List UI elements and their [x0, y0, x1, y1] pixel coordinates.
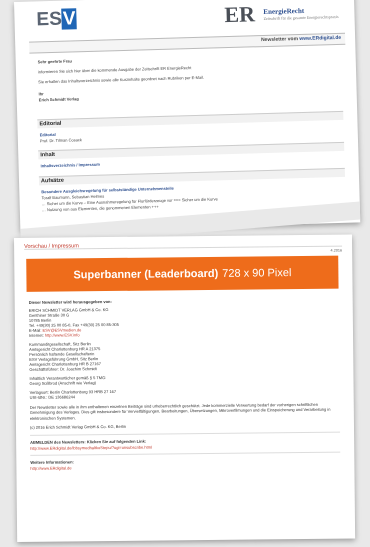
newsletter-header-bar: Newsletter vom www.ERdigital.de: [29, 32, 346, 54]
newsletter-page-bottom: Vorschau / Impressum 4.2016 Superbanner …: [14, 234, 356, 542]
divider: [30, 451, 341, 456]
esv-logo: ESV: [36, 8, 77, 31]
energierecht-logo: ER EnergieRecht Zeitschrift für die gesa…: [224, 1, 339, 28]
newsletter-page-top: ESV ER EnergieRecht Zeitschrift für die …: [14, 0, 361, 247]
section-item[interactable]: Inhaltsverzeichnis / Impressum: [41, 162, 100, 169]
section-head-editorial: Editorial: [37, 110, 344, 129]
issue-date: 4.2016: [330, 248, 343, 253]
erdigital-link[interactable]: www.ERdigital.de: [299, 35, 341, 42]
section-head-aufsaetze: Aufsätze: [38, 167, 346, 186]
section-item: Prof. Dr. Tilman Cosack: [39, 137, 82, 144]
section-item[interactable]: Besondere Ausgleichsregelung für selbsts…: [41, 186, 174, 195]
section-item[interactable]: Editorial: [40, 132, 56, 137]
divider: [30, 431, 341, 436]
internet-link[interactable]: http://www.ESV.info: [45, 332, 80, 337]
section-head-inhalt: Inhalt: [38, 141, 345, 160]
copyright-line: (c) 2016 Erich Schmidt Verlag GmbH & Co.…: [29, 423, 127, 430]
publisher-head: Dieser Newsletter wird herausgegeben von…: [28, 298, 112, 305]
copyright-text: Der Newsletter sowie alle in ihm enthalt…: [29, 401, 331, 421]
superbanner-placeholder: Superbanner (Leaderboard) 728 x 90 Pixel: [26, 255, 339, 292]
